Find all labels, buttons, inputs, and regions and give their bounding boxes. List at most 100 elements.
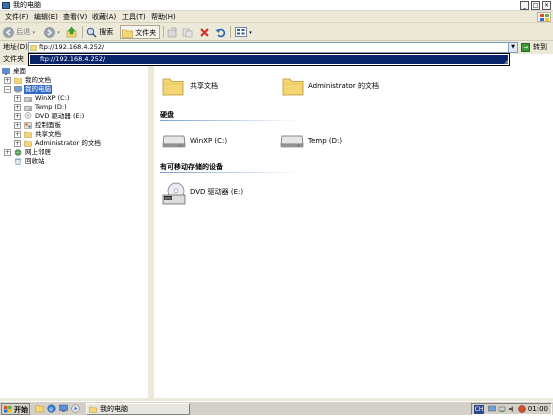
expand-toggle[interactable]: + bbox=[14, 113, 21, 120]
menu-tools[interactable]: 工具(T) bbox=[120, 12, 148, 22]
folders-toggle-button[interactable]: 文件夹 bbox=[120, 25, 160, 39]
start-label: 开始 bbox=[14, 406, 28, 414]
recycle-bin-icon bbox=[15, 158, 21, 165]
menu-favorites[interactable]: 收藏(A) bbox=[90, 12, 118, 22]
expand-toggle[interactable]: + bbox=[14, 140, 21, 147]
copy-to-icon bbox=[182, 28, 193, 37]
autocomplete-item[interactable]: ftp://192.168.4.252/ bbox=[30, 55, 508, 64]
tree-item-network-places[interactable]: + 网上邻居 bbox=[4, 148, 144, 157]
taskbar-window-label: 我的电脑 bbox=[100, 405, 128, 413]
maximize-button[interactable]: □ bbox=[531, 1, 540, 10]
menu-view[interactable]: 查看(V) bbox=[61, 12, 89, 22]
tree-item-my-computer[interactable]: − 我的电脑 bbox=[4, 85, 144, 94]
toolbar-separator bbox=[230, 26, 231, 38]
back-button[interactable]: 后退 ▾ bbox=[3, 25, 43, 39]
drive-label: WinXP (C:) bbox=[190, 137, 228, 145]
quicklaunch-ie-icon[interactable]: e bbox=[47, 404, 56, 413]
tree-item-drive-c[interactable]: + WinXP (C:) bbox=[14, 94, 144, 103]
address-dropdown-button[interactable]: ▼ bbox=[508, 43, 517, 52]
folder-shared-documents[interactable]: 共享文档 bbox=[162, 76, 242, 100]
quicklaunch-desktop-icon[interactable] bbox=[59, 404, 68, 413]
ime-indicator[interactable]: CH bbox=[474, 405, 484, 414]
explorer-window: 我的电脑 _ □ × 文件(F) 编辑(E) 查看(V) 收藏(A) 工具(T)… bbox=[0, 0, 553, 415]
folder-icon bbox=[162, 78, 184, 96]
drive-icon bbox=[280, 135, 304, 148]
move-to-button[interactable] bbox=[167, 25, 179, 39]
quicklaunch-media-icon[interactable] bbox=[71, 404, 80, 413]
control-panel-icon bbox=[24, 122, 32, 129]
folder-icon bbox=[122, 29, 133, 38]
drive-c[interactable]: WinXP (C:) bbox=[162, 132, 242, 152]
title-bar[interactable]: 我的电脑 _ □ × bbox=[0, 0, 553, 11]
toolbar-separator bbox=[82, 26, 83, 38]
menu-edit[interactable]: 编辑(E) bbox=[32, 12, 60, 22]
taskbar: 开始 e 我的电脑 CH 01:00 bbox=[0, 401, 553, 415]
folder-icon bbox=[24, 140, 32, 147]
drive-icon bbox=[162, 135, 186, 148]
dvd-icon bbox=[24, 112, 32, 119]
expand-toggle[interactable]: + bbox=[14, 104, 21, 111]
toolbar-separator bbox=[163, 26, 164, 38]
drive-label: DVD 驱动器 (E:) bbox=[190, 188, 244, 196]
expand-toggle[interactable]: + bbox=[4, 149, 11, 156]
go-label: 转到 bbox=[533, 43, 547, 51]
tree-label: DVD 驱动器 (E:) bbox=[35, 112, 85, 120]
tree-item-desktop[interactable]: 桌面 bbox=[2, 67, 142, 76]
tree-label: 控制面板 bbox=[35, 121, 61, 129]
menu-help[interactable]: 帮助(H) bbox=[149, 12, 178, 22]
minimize-button[interactable]: _ bbox=[520, 1, 529, 10]
dvd-drive-e[interactable]: DVD DVD 驱动器 (E:) bbox=[162, 182, 252, 208]
quicklaunch-folder-icon[interactable] bbox=[35, 404, 44, 413]
windows-flag-icon bbox=[4, 406, 12, 413]
tree-item-dvd-drive[interactable]: + DVD 驱动器 (E:) bbox=[14, 112, 144, 121]
tree-item-recycle-bin[interactable]: 回收站 bbox=[14, 157, 144, 166]
expand-toggle[interactable]: + bbox=[14, 95, 21, 102]
up-folder-button[interactable] bbox=[66, 25, 78, 39]
tree-item-drive-d[interactable]: + Temp (D:) bbox=[14, 103, 144, 112]
network-icon bbox=[14, 149, 22, 156]
folder-icon bbox=[24, 131, 32, 138]
security-tray-icon[interactable] bbox=[518, 405, 526, 413]
forward-button[interactable]: ▾ bbox=[44, 25, 62, 39]
folders-label: 文件夹 bbox=[135, 29, 157, 37]
tree-item-shared-documents[interactable]: + 共享文档 bbox=[14, 130, 144, 139]
safely-remove-tray-icon[interactable] bbox=[498, 405, 506, 413]
back-label: 后退 bbox=[16, 28, 31, 36]
collapse-toggle[interactable]: − bbox=[4, 86, 11, 93]
volume-tray-icon[interactable] bbox=[508, 405, 516, 413]
expand-toggle[interactable]: + bbox=[14, 131, 21, 138]
move-to-icon bbox=[167, 27, 177, 37]
undo-button[interactable] bbox=[215, 25, 227, 39]
tree-label: Administrator 的文档 bbox=[35, 139, 101, 147]
folders-pane-title: 文件夹 bbox=[3, 55, 24, 63]
go-button[interactable]: → 转到 bbox=[521, 42, 551, 53]
folder-label: Administrator 的文档 bbox=[308, 82, 379, 90]
drive-icon bbox=[24, 97, 32, 102]
views-button[interactable]: ▾ bbox=[235, 25, 255, 39]
desktop-icon bbox=[2, 68, 10, 75]
taskbar-window-button[interactable]: 我的电脑 bbox=[86, 403, 190, 415]
ftp-folder-icon bbox=[30, 45, 37, 51]
folder-administrator-documents[interactable]: Administrator 的文档 bbox=[282, 76, 392, 100]
section-header-hard-disks: 硬盘 bbox=[160, 111, 174, 119]
search-button[interactable]: 搜索 bbox=[86, 25, 118, 39]
window-title: 我的电脑 bbox=[13, 1, 41, 9]
tree-item-my-documents[interactable]: + 我的文档 bbox=[4, 76, 144, 85]
tree-item-control-panel[interactable]: + 控制面板 bbox=[14, 121, 144, 130]
folders-pane: 文件夹 × 桌面 + 我的文档 − 我的电脑 bbox=[0, 54, 151, 398]
expand-toggle[interactable]: + bbox=[14, 122, 21, 129]
tree-item-administrator-documents[interactable]: + Administrator 的文档 bbox=[14, 139, 144, 148]
address-input[interactable]: ftp://192.168.4.252/ ▼ bbox=[28, 42, 518, 53]
start-button[interactable]: 开始 bbox=[1, 403, 30, 415]
drive-d[interactable]: Temp (D:) bbox=[280, 132, 360, 152]
resize-grip[interactable]: ◢ bbox=[504, 59, 508, 65]
go-arrow-icon: → bbox=[521, 43, 530, 52]
close-button[interactable]: × bbox=[542, 1, 551, 10]
delete-button[interactable] bbox=[199, 25, 211, 39]
section-header-removable: 有可移动存储的设备 bbox=[160, 163, 223, 171]
expand-toggle[interactable]: + bbox=[4, 77, 11, 84]
copy-to-button[interactable] bbox=[182, 25, 194, 39]
network-tray-icon[interactable] bbox=[488, 405, 496, 413]
address-value: ftp://192.168.4.252/ bbox=[39, 43, 105, 51]
menu-file[interactable]: 文件(F) bbox=[3, 12, 31, 22]
